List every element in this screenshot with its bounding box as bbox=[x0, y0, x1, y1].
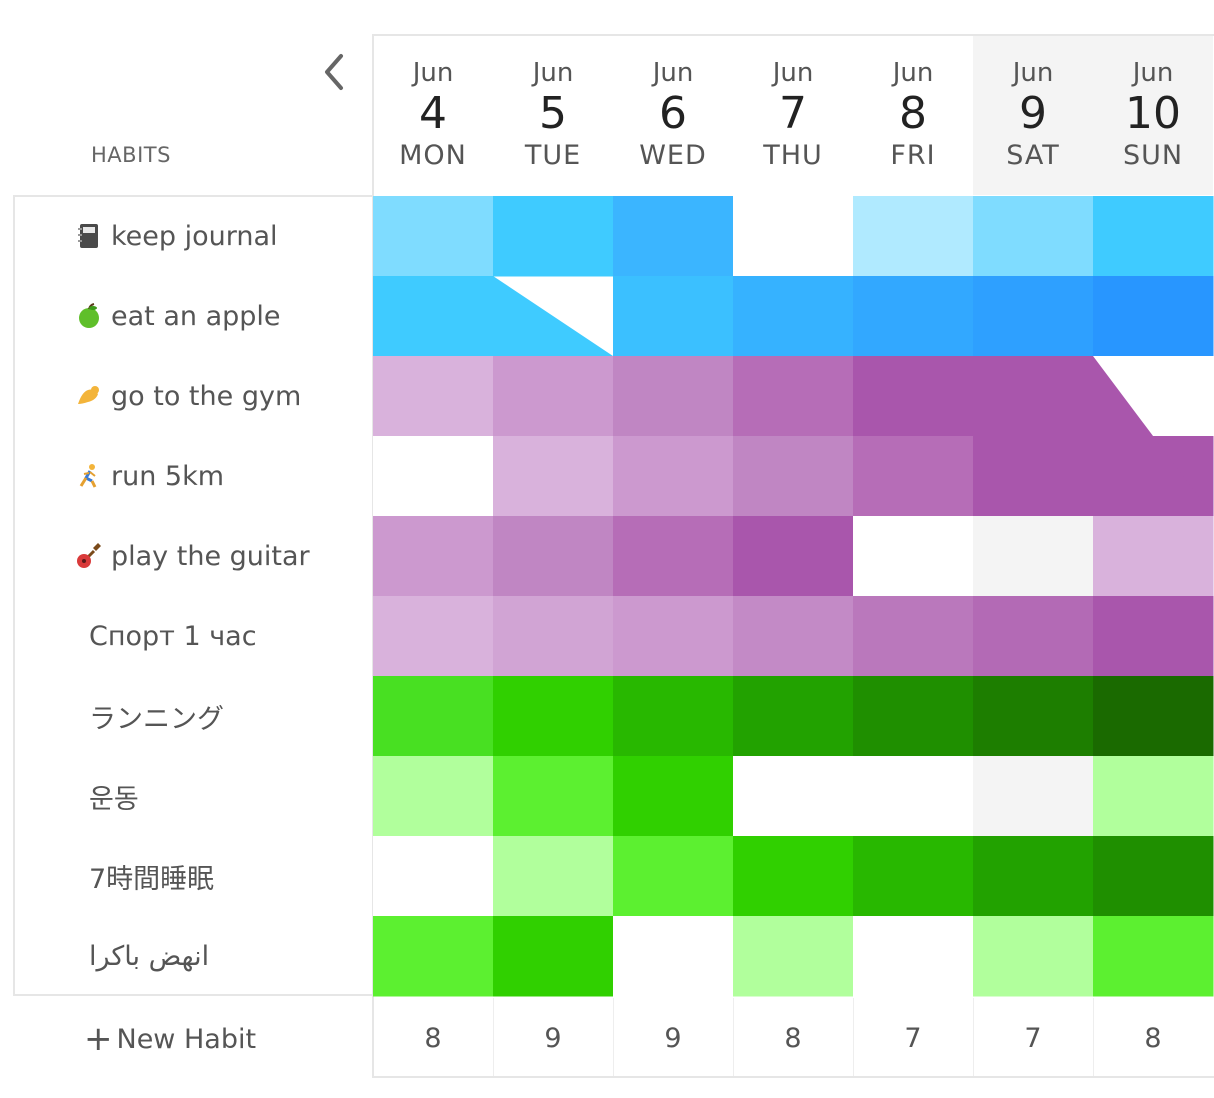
habit-cell[interactable] bbox=[853, 596, 974, 677]
day-total: 8 bbox=[784, 1023, 802, 1054]
habit-cell[interactable] bbox=[373, 356, 494, 437]
total-divider bbox=[733, 998, 734, 1076]
habit-cell[interactable] bbox=[733, 356, 854, 437]
day-total: 9 bbox=[544, 1023, 562, 1054]
habit-cell[interactable] bbox=[853, 516, 974, 597]
habit-cell[interactable] bbox=[1093, 756, 1214, 837]
habit-cell[interactable] bbox=[973, 196, 1094, 277]
habit-cell[interactable] bbox=[973, 276, 1094, 357]
habit-cell[interactable] bbox=[613, 756, 734, 837]
habit-cell[interactable] bbox=[733, 756, 854, 837]
new-habit-button[interactable]: + New Habit bbox=[84, 1014, 256, 1064]
habit-cell[interactable] bbox=[733, 596, 854, 677]
habit-cell[interactable] bbox=[853, 196, 974, 277]
habit-cell[interactable] bbox=[1093, 196, 1214, 277]
habit-cell[interactable] bbox=[733, 836, 854, 917]
habit-cell[interactable] bbox=[613, 276, 734, 357]
habit-cell[interactable] bbox=[973, 596, 1094, 677]
habit-cell[interactable] bbox=[373, 516, 494, 597]
total-divider bbox=[1093, 998, 1094, 1076]
habit-cell[interactable] bbox=[373, 596, 494, 677]
total-divider bbox=[973, 998, 974, 1076]
habit-cell[interactable] bbox=[613, 356, 734, 437]
habit-cell[interactable] bbox=[853, 676, 974, 757]
habit-cell[interactable] bbox=[493, 916, 614, 997]
habit-cell[interactable] bbox=[493, 836, 614, 917]
habit-cell[interactable] bbox=[973, 836, 1094, 917]
habit-cell[interactable] bbox=[853, 276, 974, 357]
habit-cell[interactable] bbox=[613, 676, 734, 757]
habit-cell[interactable] bbox=[373, 756, 494, 837]
habit-cell[interactable] bbox=[493, 596, 614, 677]
habit-cell[interactable] bbox=[853, 916, 974, 997]
habit-cell[interactable] bbox=[1093, 916, 1214, 997]
habit-cell[interactable] bbox=[853, 836, 974, 917]
habit-cell[interactable] bbox=[733, 436, 854, 517]
habit-cell[interactable] bbox=[1093, 676, 1214, 757]
new-habit-label: New Habit bbox=[116, 1023, 257, 1055]
habit-cell[interactable] bbox=[733, 516, 854, 597]
habit-cell[interactable] bbox=[373, 276, 494, 357]
habit-cell[interactable] bbox=[973, 756, 1094, 837]
plus-icon: + bbox=[84, 1019, 113, 1059]
day-total: 9 bbox=[664, 1023, 682, 1054]
habit-cell[interactable] bbox=[733, 916, 854, 997]
habit-cell[interactable] bbox=[1093, 276, 1214, 357]
habit-cell[interactable] bbox=[373, 676, 494, 757]
habit-cell[interactable] bbox=[493, 356, 614, 437]
day-total: 8 bbox=[424, 1023, 442, 1054]
habit-cell[interactable] bbox=[853, 436, 974, 517]
habit-grid bbox=[373, 196, 1214, 997]
total-divider bbox=[613, 998, 614, 1076]
habit-cell[interactable] bbox=[493, 436, 614, 517]
habit-cell[interactable] bbox=[613, 436, 734, 517]
habit-cell[interactable] bbox=[493, 756, 614, 837]
total-divider bbox=[493, 998, 494, 1076]
habit-cell[interactable] bbox=[373, 196, 494, 277]
habit-cell[interactable] bbox=[853, 756, 974, 837]
habit-cell[interactable] bbox=[613, 196, 734, 277]
habit-cell[interactable] bbox=[613, 596, 734, 677]
habit-cell[interactable] bbox=[973, 436, 1094, 517]
total-divider bbox=[853, 998, 854, 1076]
habit-cell[interactable] bbox=[853, 356, 974, 437]
habit-cell[interactable] bbox=[493, 196, 614, 277]
day-total: 7 bbox=[904, 1023, 922, 1054]
habit-cell[interactable] bbox=[613, 516, 734, 597]
day-total: 8 bbox=[1144, 1023, 1162, 1054]
habit-cell[interactable] bbox=[973, 916, 1094, 997]
habit-cell[interactable] bbox=[1093, 596, 1214, 677]
habit-cell[interactable] bbox=[493, 516, 614, 597]
day-total: 7 bbox=[1024, 1023, 1042, 1054]
habit-cell[interactable] bbox=[1093, 516, 1214, 597]
habit-cell[interactable] bbox=[373, 916, 494, 997]
habit-cell[interactable] bbox=[1093, 836, 1214, 917]
habit-cell[interactable] bbox=[973, 356, 1094, 437]
habit-cell[interactable] bbox=[733, 196, 854, 277]
habit-cell[interactable] bbox=[733, 676, 854, 757]
habit-cell[interactable] bbox=[733, 276, 854, 357]
habit-cell[interactable] bbox=[613, 836, 734, 917]
habit-cell[interactable] bbox=[613, 916, 734, 997]
habit-cell[interactable] bbox=[373, 836, 494, 917]
habit-cell[interactable] bbox=[493, 676, 614, 757]
habit-cell[interactable] bbox=[373, 436, 494, 517]
habit-cell[interactable] bbox=[973, 516, 1094, 597]
habit-cell-partial[interactable] bbox=[493, 276, 613, 356]
habit-cell[interactable] bbox=[973, 676, 1094, 757]
